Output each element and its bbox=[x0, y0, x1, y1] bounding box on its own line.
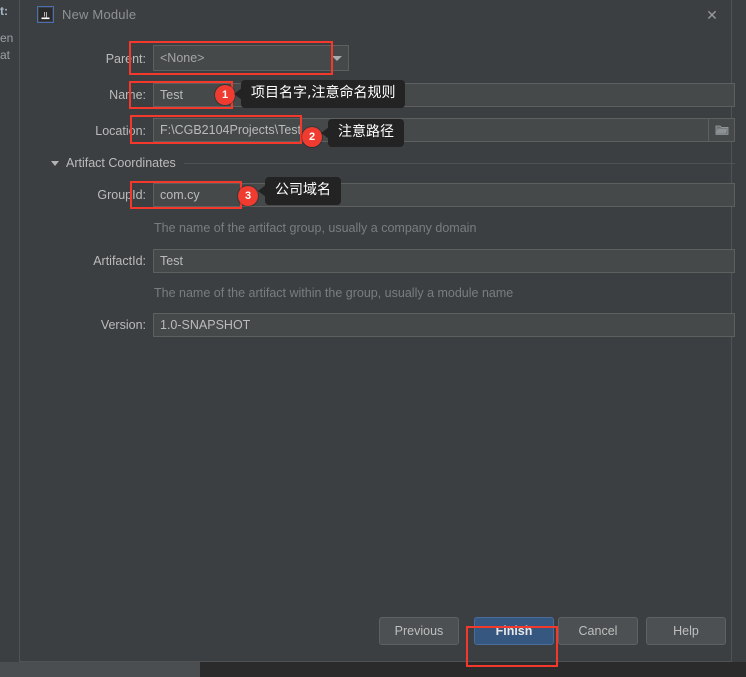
annotation-badge-3: 3 bbox=[238, 186, 258, 206]
folder-icon[interactable] bbox=[708, 118, 735, 142]
version-label: Version: bbox=[100, 318, 146, 332]
name-label: Name: bbox=[109, 88, 146, 102]
annotation-callout-2: 注意路径 bbox=[321, 119, 404, 147]
background-text-fragment-1: t: bbox=[0, 4, 8, 18]
finish-button[interactable]: Finish bbox=[474, 617, 554, 645]
artifact-coordinates-label: Artifact Coordinates bbox=[66, 156, 176, 170]
annotation-callout-1: 项目名字,注意命名规则 bbox=[233, 80, 406, 108]
parent-label: Parent: bbox=[105, 52, 146, 66]
annotation-badge-1: 1 bbox=[215, 85, 235, 105]
dialog-titlebar: IJ New Module ✕ bbox=[20, 0, 731, 30]
background-text-fragment-3: at bbox=[0, 48, 11, 62]
dialog-title: New Module bbox=[62, 7, 137, 22]
artifact-coordinates-section-header[interactable]: Artifact Coordinates bbox=[51, 155, 735, 171]
background-text-fragment-2: en bbox=[0, 31, 14, 45]
intellij-idea-icon: IJ bbox=[37, 6, 54, 23]
groupid-label: GroupId: bbox=[97, 188, 146, 202]
dialog-button-bar: Previous Finish Cancel Help bbox=[20, 605, 733, 661]
groupid-hint: The name of the artifact group, usually … bbox=[154, 221, 477, 235]
svg-text:IJ: IJ bbox=[44, 12, 48, 19]
version-input[interactable] bbox=[153, 313, 735, 337]
chevron-down-icon bbox=[326, 55, 348, 61]
artifactid-label: ArtifactId: bbox=[93, 254, 146, 268]
chevron-down-icon bbox=[51, 160, 59, 166]
location-input[interactable] bbox=[153, 118, 710, 142]
parent-dropdown-value: <None> bbox=[160, 51, 205, 65]
cancel-button[interactable]: Cancel bbox=[558, 617, 638, 645]
help-button[interactable]: Help bbox=[646, 617, 726, 645]
close-icon[interactable]: ✕ bbox=[701, 5, 723, 25]
annotation-callout-3: 公司域名 bbox=[258, 177, 341, 205]
background-bottom-dark bbox=[200, 662, 746, 677]
artifactid-hint: The name of the artifact within the grou… bbox=[154, 286, 514, 300]
artifactid-input[interactable] bbox=[153, 249, 735, 273]
background-bottom-light bbox=[0, 662, 200, 677]
previous-button[interactable]: Previous bbox=[379, 617, 459, 645]
background-left-strip: t: en at bbox=[0, 0, 20, 677]
section-divider bbox=[183, 162, 735, 164]
annotation-badge-2: 2 bbox=[302, 127, 322, 147]
location-label: Location: bbox=[95, 124, 146, 138]
parent-dropdown[interactable]: <None> bbox=[153, 45, 349, 71]
